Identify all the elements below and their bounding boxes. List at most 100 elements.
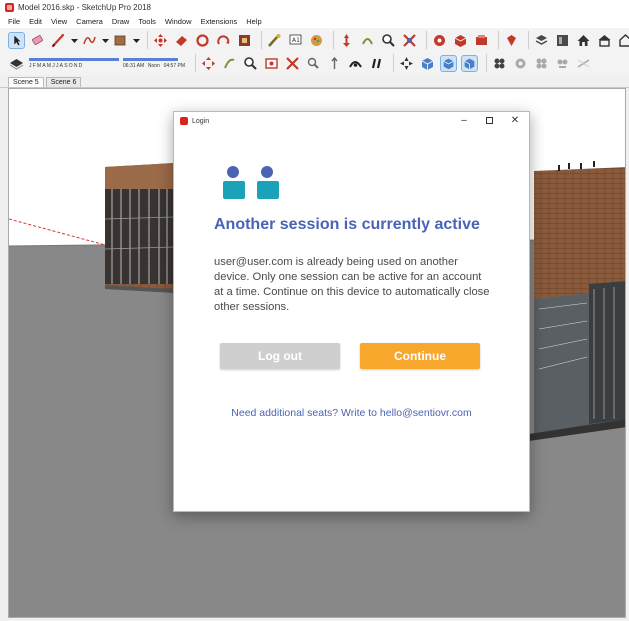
wireframe-icon[interactable] (512, 55, 529, 72)
move-icon[interactable] (152, 32, 169, 49)
minimize-button[interactable]: – (455, 114, 473, 128)
section-plane-icon[interactable] (200, 55, 217, 72)
toolbar-separator (486, 54, 487, 72)
shadow-time-slider[interactable]: 06:31 AM Noon 04:57 PM (123, 57, 185, 69)
paint-icon[interactable] (308, 32, 325, 49)
warehouse-icon[interactable] (431, 32, 448, 49)
menu-view[interactable]: View (51, 17, 67, 26)
orbit-icon[interactable] (194, 32, 211, 49)
toolbar-separator (147, 31, 148, 49)
toolbar-separator (195, 54, 196, 72)
session-message: user@user.com is already being used on a… (214, 256, 490, 313)
close-button[interactable]: ✕ (506, 114, 524, 128)
continue-button[interactable]: Continue (360, 343, 480, 369)
push-pull-icon[interactable] (173, 32, 190, 49)
home-icon[interactable] (617, 32, 629, 49)
xray-icon[interactable] (491, 55, 508, 72)
3d-text-icon[interactable] (347, 55, 364, 72)
position-camera-icon[interactable] (263, 55, 280, 72)
paint-bucket-icon[interactable] (112, 32, 129, 49)
menu-edit[interactable]: Edit (29, 17, 42, 26)
window-title: Model 2016.skp - SketchUp Pro 2018 (18, 3, 151, 12)
menu-file[interactable]: File (8, 17, 20, 26)
hidden-line-icon[interactable] (533, 55, 550, 72)
front-view-icon[interactable] (419, 55, 436, 72)
shadow-date-slider[interactable]: J F M A M J J A S O N D (29, 53, 119, 73)
zoom-extents-icon[interactable] (401, 32, 418, 49)
maximize-icon (485, 116, 493, 124)
time-track[interactable] (123, 57, 178, 61)
time-end-label: 04:57 PM (163, 62, 185, 69)
maximize-button[interactable] (480, 114, 498, 128)
dialog-title-bar: Login (174, 112, 529, 130)
layers-icon[interactable] (533, 32, 550, 49)
sketchup-window: Model 2016.skp - SketchUp Pro 2018 File … (0, 0, 629, 621)
glass-frame (104, 189, 175, 284)
protractor-icon[interactable] (305, 55, 322, 72)
shaded-icon[interactable] (554, 55, 571, 72)
title-bar: Model 2016.skp - SketchUp Pro 2018 (0, 0, 629, 15)
extension-icon[interactable] (452, 32, 469, 49)
iso-view-icon[interactable] (368, 55, 385, 72)
top-view-icon[interactable] (398, 55, 415, 72)
scene-tab-5[interactable]: Scene 5 (8, 77, 44, 87)
session-heading: Another session is currently active (214, 216, 480, 233)
sketchup-icon (180, 117, 188, 125)
ruby-icon[interactable] (503, 32, 520, 49)
month-label: D (78, 62, 84, 69)
logout-button[interactable]: Log out (220, 343, 340, 369)
pencil-line-icon[interactable] (50, 32, 67, 49)
text-icon[interactable]: A1 (287, 32, 304, 49)
offset-icon[interactable] (236, 32, 253, 49)
main-toolbar: A1 (0, 28, 629, 53)
tape-measure-icon[interactable] (266, 32, 283, 49)
dialog-title: Login (192, 117, 210, 125)
menu-draw[interactable]: Draw (112, 17, 130, 26)
component-icon[interactable] (473, 32, 490, 49)
toolbar-separator (528, 31, 529, 49)
toolbar-separator (426, 31, 427, 49)
axes-icon[interactable] (326, 55, 343, 72)
walk-icon[interactable] (221, 55, 238, 72)
menu-extensions[interactable]: Extensions (201, 17, 238, 26)
freehand-icon[interactable] (81, 32, 98, 49)
scene-tabs: Scene 5 Scene 6 (0, 75, 629, 88)
toolbar-separator (261, 31, 262, 49)
months-row: J F M A M J J A S O N D (29, 63, 119, 69)
zoom-icon[interactable] (380, 32, 397, 49)
date-track[interactable] (29, 57, 119, 61)
house-icon[interactable] (575, 32, 592, 49)
additional-seats-link[interactable]: Need additional seats? Write to hello@se… (174, 407, 529, 419)
pan-icon[interactable] (338, 32, 355, 49)
styles-icon[interactable] (596, 32, 613, 49)
rotate-icon[interactable] (215, 32, 232, 49)
scene-tab-6[interactable]: Scene 6 (45, 77, 82, 87)
menu-camera[interactable]: Camera (76, 17, 103, 26)
two-users-icon (223, 166, 279, 199)
right-view-icon[interactable] (440, 54, 457, 72)
toolbar-separator (393, 54, 394, 72)
select-arrow-icon[interactable] (8, 31, 25, 49)
shadow-icon[interactable] (8, 55, 25, 72)
menu-window[interactable]: Window (165, 17, 192, 26)
dropdown-caret-icon[interactable] (102, 32, 109, 49)
textured-icon[interactable] (575, 55, 592, 72)
dropdown-caret-icon[interactable] (133, 32, 140, 49)
menu-help[interactable]: Help (246, 17, 261, 26)
toolbar-separator (333, 31, 334, 49)
time-mid-label: Noon (147, 62, 160, 69)
menu-bar: File Edit View Camera Draw Tools Window … (0, 15, 629, 28)
sketchup-app-icon (5, 3, 14, 12)
menu-tools[interactable]: Tools (138, 17, 156, 26)
back-view-icon[interactable] (461, 54, 478, 72)
login-dialog: Login – ✕ Another session is currently a… (173, 111, 530, 512)
dropdown-caret-icon[interactable] (71, 32, 78, 49)
svg-text:A1: A1 (292, 37, 300, 44)
dimension-icon[interactable] (284, 55, 301, 72)
outliner-icon[interactable] (554, 32, 571, 49)
secondary-toolbar: J F M A M J J A S O N D 06:31 AM Noon 04… (0, 51, 629, 76)
toolbar-separator (498, 31, 499, 49)
look-around-icon[interactable] (242, 55, 259, 72)
eraser-icon[interactable] (29, 32, 46, 49)
orbit-icon[interactable] (359, 32, 376, 49)
